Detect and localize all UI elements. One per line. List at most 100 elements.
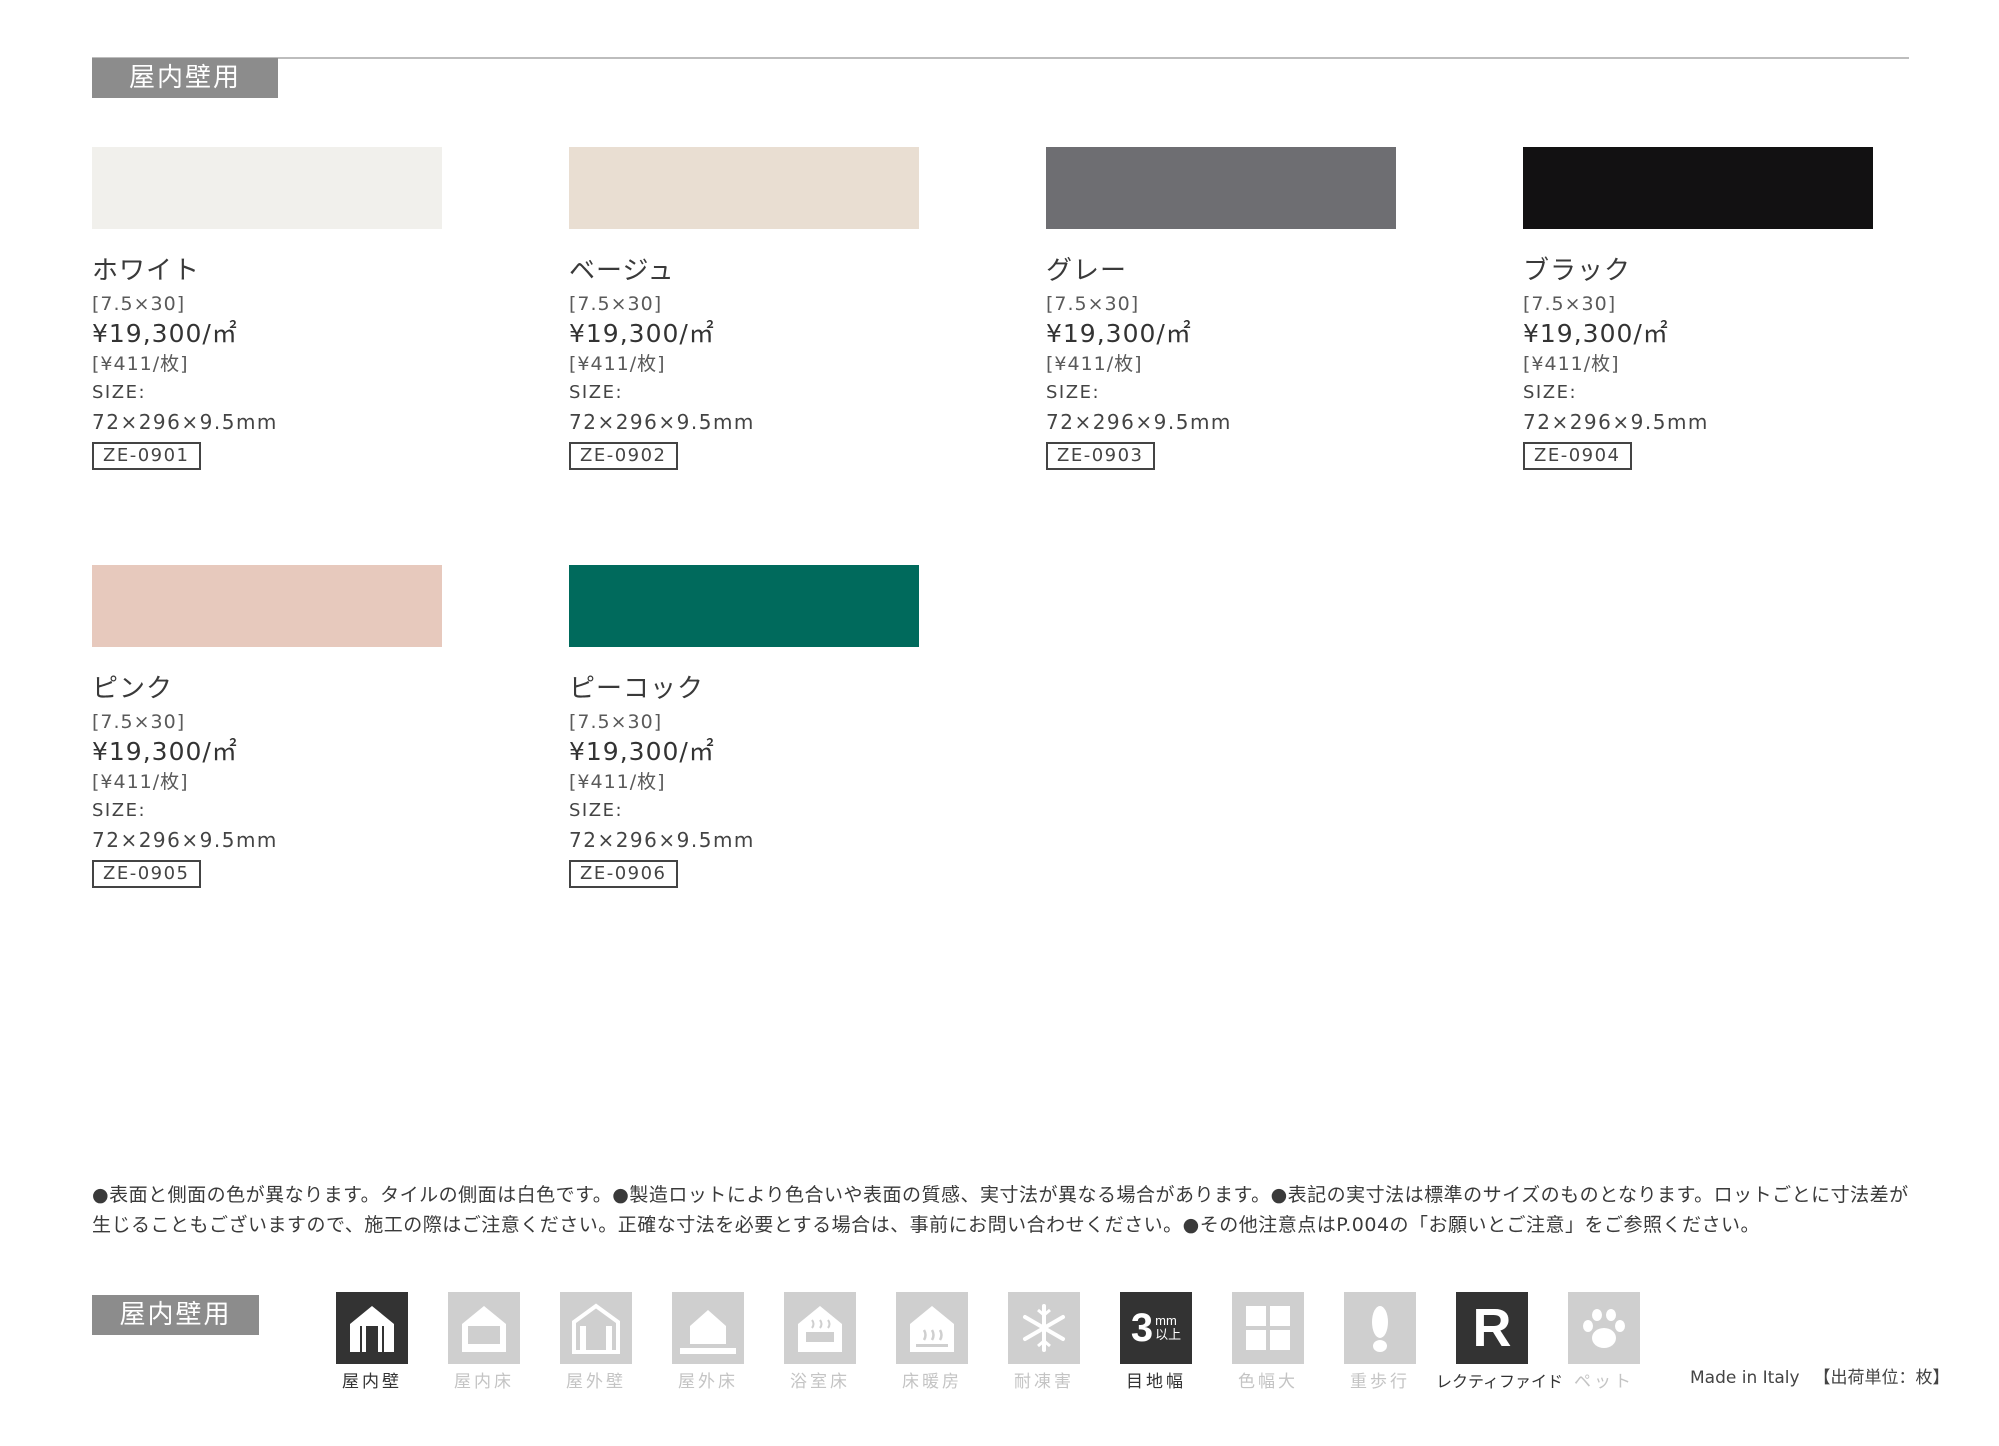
usage-label-text: 屋内床: [454, 1372, 514, 1392]
size-inch: [7.5×30]: [1046, 293, 1140, 315]
product-code: ZE-0906: [569, 860, 678, 888]
size-inch: [7.5×30]: [1523, 293, 1617, 315]
tile-swatch: [1523, 147, 1873, 229]
usage-label-text: 浴室床: [790, 1372, 850, 1392]
usage-item: 重歩行: [1324, 1292, 1436, 1394]
price-per-piece: [¥411/枚]: [569, 771, 666, 793]
size-label: SIZE:: [569, 800, 624, 821]
note-line: ●表面と側面の色が異なります。タイルの側面は白色です。●製造ロットにより色合いや…: [92, 1184, 1909, 1206]
outdoor-wall-icon: [560, 1292, 632, 1364]
price-per-m2: ¥19,300/㎡: [1046, 319, 1192, 348]
price-per-piece: [¥411/枚]: [569, 353, 666, 375]
product-name: ホワイト: [92, 256, 201, 286]
size-label: SIZE:: [92, 382, 147, 403]
size-label: SIZE:: [92, 800, 147, 821]
product-code: ZE-0905: [92, 860, 201, 888]
joint-width-unit: mm: [1155, 1313, 1177, 1328]
price-per-m2: ¥19,300/㎡: [569, 737, 715, 766]
bathroom-floor-icon: [784, 1292, 856, 1364]
tile-swatch: [1046, 147, 1396, 229]
usage-item: 屋内床: [428, 1292, 540, 1394]
usage-item: 色幅大: [1212, 1292, 1324, 1394]
tile-swatch: [569, 565, 919, 647]
product-card[interactable]: ホワイト [7.5×30] ¥19,300/㎡ [¥411/枚] SIZE: 7…: [92, 147, 452, 470]
joint-width-icon: 3 mm 以上: [1120, 1292, 1192, 1364]
size-label: SIZE:: [1523, 382, 1578, 403]
size-value: 72×296×9.5mm: [92, 410, 278, 434]
size-label: SIZE:: [569, 382, 624, 403]
price-per-m2: ¥19,300/㎡: [569, 319, 715, 348]
section-label: 屋内壁用: [92, 58, 278, 98]
size-inch: [7.5×30]: [92, 711, 186, 733]
usage-item: 3 mm 以上 目地幅: [1100, 1292, 1212, 1394]
usage-label-text: レクティファイド: [1436, 1372, 1564, 1391]
usage-label-text: 耐凍害: [1014, 1372, 1074, 1392]
size-value: 72×296×9.5mm: [92, 828, 278, 852]
usage-label-text: 重歩行: [1350, 1372, 1410, 1392]
indoor-floor-icon: [448, 1292, 520, 1364]
pet-icon: [1568, 1292, 1640, 1364]
made-in-text: Made in Italy: [1690, 1368, 1800, 1388]
tile-swatch: [92, 565, 442, 647]
price-per-piece: [¥411/枚]: [1046, 353, 1143, 375]
price-per-m2: ¥19,300/㎡: [92, 737, 238, 766]
product-name: ブラック: [1523, 256, 1632, 286]
joint-width-value: 3: [1130, 1305, 1154, 1350]
rectified-letter: R: [1472, 1298, 1512, 1358]
product-card[interactable]: ベージュ [7.5×30] ¥19,300/㎡ [¥411/枚] SIZE: 7…: [569, 147, 929, 470]
size-inch: [7.5×30]: [569, 711, 663, 733]
product-card[interactable]: ピーコック [7.5×30] ¥19,300/㎡ [¥411/枚] SIZE: …: [569, 565, 929, 888]
usage-item: 屋外床: [652, 1292, 764, 1394]
product-code: ZE-0901: [92, 442, 201, 470]
floor-heating-icon: [896, 1292, 968, 1364]
note-line: 生じることもございますので、施工の際はご注意ください。正確な寸法を必要とする場合…: [92, 1214, 1761, 1236]
usage-label-text: 屋外床: [678, 1372, 738, 1392]
product-name: ピンク: [92, 674, 174, 704]
usage-item: 耐凍害: [988, 1292, 1100, 1394]
indoor-wall-icon: [336, 1292, 408, 1364]
usage-label: 屋内壁用: [92, 1295, 259, 1335]
usage-label-text: 屋外壁: [566, 1372, 626, 1392]
size-inch: [7.5×30]: [92, 293, 186, 315]
tile-swatch: [92, 147, 442, 229]
price-per-piece: [¥411/枚]: [92, 353, 189, 375]
product-card[interactable]: ブラック [7.5×30] ¥19,300/㎡ [¥411/枚] SIZE: 7…: [1523, 147, 1883, 470]
usage-item: 屋内壁: [316, 1292, 428, 1394]
size-value: 72×296×9.5mm: [1046, 410, 1232, 434]
usage-label-text: 目地幅: [1126, 1372, 1186, 1392]
product-code: ZE-0903: [1046, 442, 1155, 470]
price-per-m2: ¥19,300/㎡: [1523, 319, 1669, 348]
price-per-piece: [¥411/枚]: [1523, 353, 1620, 375]
usage-item: ペット: [1548, 1292, 1660, 1394]
joint-width-qualifier: 以上: [1155, 1327, 1182, 1342]
rectified-icon: R: [1456, 1292, 1528, 1364]
size-value: 72×296×9.5mm: [569, 410, 755, 434]
price-per-piece: [¥411/枚]: [92, 771, 189, 793]
heavy-traffic-icon: [1344, 1292, 1416, 1364]
usage-label-text: ペット: [1574, 1372, 1634, 1392]
usage-label-text: 床暖房: [902, 1372, 962, 1392]
product-card[interactable]: グレー [7.5×30] ¥19,300/㎡ [¥411/枚] SIZE: 72…: [1046, 147, 1406, 470]
price-per-m2: ¥19,300/㎡: [92, 319, 238, 348]
usage-label-text: 屋内壁: [342, 1372, 402, 1392]
usage-item: R レクティファイド: [1436, 1292, 1564, 1394]
usage-item: 浴室床: [764, 1292, 876, 1394]
product-name: ベージュ: [569, 256, 675, 286]
size-inch: [7.5×30]: [569, 293, 663, 315]
outdoor-floor-icon: [672, 1292, 744, 1364]
shipping-unit: 【出荷単位：枚】: [1813, 1368, 1950, 1388]
product-name: ピーコック: [569, 674, 705, 704]
size-value: 72×296×9.5mm: [1523, 410, 1709, 434]
top-divider: [92, 57, 1909, 59]
product-name: グレー: [1046, 256, 1128, 286]
notes: ●表面と側面の色が異なります。タイルの側面は白色です。●製造ロットにより色合いや…: [92, 1180, 1912, 1240]
product-code: ZE-0904: [1523, 442, 1632, 470]
origin-info: Made in Italy 【出荷単位：枚】: [1690, 1366, 1950, 1390]
product-card[interactable]: ピンク [7.5×30] ¥19,300/㎡ [¥411/枚] SIZE: 72…: [92, 565, 452, 888]
product-code: ZE-0902: [569, 442, 678, 470]
size-label: SIZE:: [1046, 382, 1101, 403]
frost-resistance-icon: [1008, 1292, 1080, 1364]
usage-item: 床暖房: [876, 1292, 988, 1394]
usage-label-text: 色幅大: [1238, 1372, 1298, 1392]
usage-item: 屋外壁: [540, 1292, 652, 1394]
